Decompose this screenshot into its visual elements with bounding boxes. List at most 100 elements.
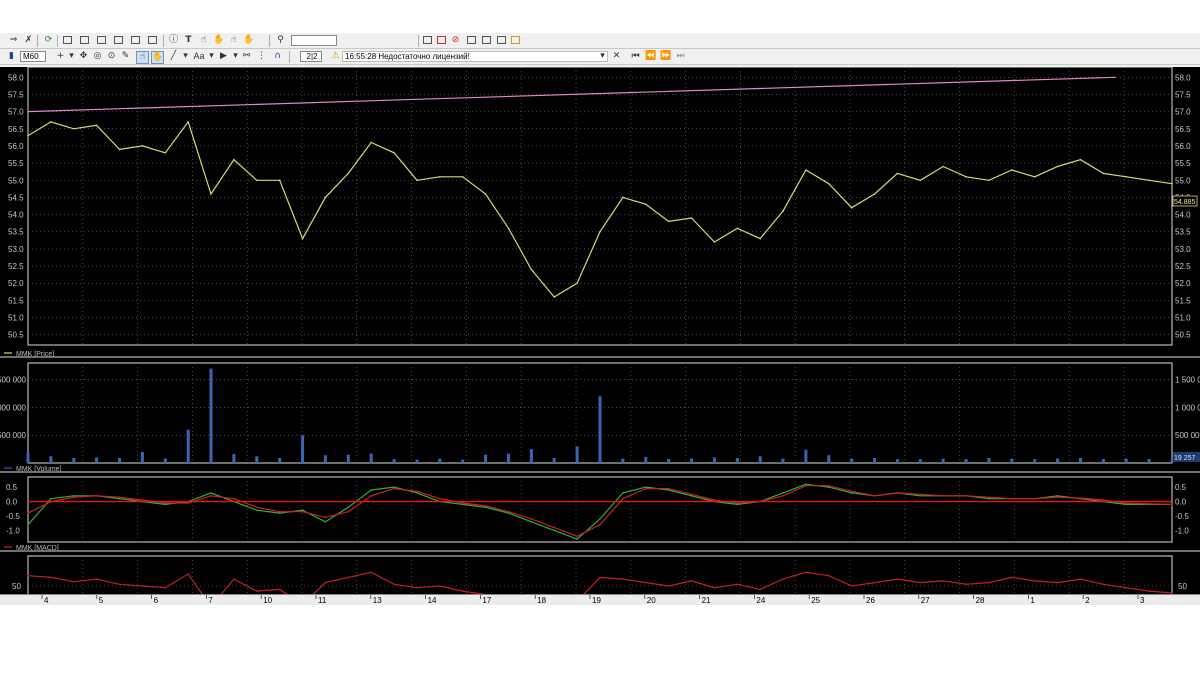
price-line-point — [439, 176, 441, 178]
macd-line-point — [805, 483, 807, 486]
quotes-icon[interactable] — [96, 35, 107, 46]
close-icon[interactable]: ✕ — [611, 51, 622, 62]
lines-icon[interactable]: ⋮ — [256, 51, 267, 62]
chart-area[interactable]: 58.0 58.0 57.5 57.5 57.0 57.0 56.5 56.5 56.0 56.0… — [0, 67, 1200, 604]
chart-canvas[interactable]: 58.0 58.0 57.5 57.5 57.0 57.0 56.5 56.5 56.0 56.0… — [0, 67, 1200, 604]
refresh-icon[interactable]: ⟳ — [43, 35, 54, 46]
rewind-icon[interactable]: ⏪ — [645, 51, 656, 62]
price-y-tick-left: 54.0 — [8, 211, 24, 220]
circle-icon[interactable]: ⊙ — [106, 51, 117, 62]
price-line-point — [233, 158, 235, 161]
signal-line-point — [393, 487, 395, 490]
portfolio-icon[interactable] — [147, 35, 158, 46]
volume-bar — [186, 429, 190, 463]
chevron-down-icon[interactable]: ▾ — [597, 51, 608, 62]
folder-icon[interactable] — [510, 35, 521, 46]
font-tool[interactable]: Aa — [192, 51, 206, 62]
price-line-point — [73, 128, 75, 130]
pan-tool-icon[interactable]: ✋ — [151, 51, 164, 64]
search-input[interactable] — [291, 35, 337, 46]
signal-line-point — [461, 502, 464, 504]
crosshair-icon[interactable]: + — [55, 51, 66, 62]
volume-bar — [758, 456, 762, 463]
chart-type-icon[interactable]: ▮ — [6, 51, 17, 62]
flag-icon[interactable]: ▶ — [218, 51, 229, 62]
volume-bar — [1147, 459, 1151, 463]
hand-zoom-icon[interactable]: ✋ — [243, 35, 254, 46]
macd-line-point — [736, 503, 739, 506]
volume-bar — [895, 459, 899, 463]
magnet-icon[interactable]: ∩ — [272, 51, 283, 62]
pencil-icon[interactable]: ✎ — [120, 51, 131, 62]
info-icon[interactable]: ⓘ — [168, 35, 179, 46]
price-line-point — [873, 193, 876, 195]
price-y-tick-right: 53.0 — [1175, 245, 1191, 254]
rsi-y-tick-left: 50 — [12, 582, 21, 591]
rsi-line-point — [782, 578, 784, 580]
price-y-tick-left: 57.5 — [8, 90, 24, 99]
x-axis-label: 25 — [811, 596, 820, 605]
hand-tool-icon[interactable]: ☝ — [136, 51, 149, 64]
hand-select-icon[interactable]: ☝ — [228, 35, 239, 46]
volume-bar — [1101, 459, 1105, 463]
macd-y-tick-right: 0.5 — [1175, 483, 1187, 492]
volume-bar — [209, 368, 213, 463]
macd-line-point — [27, 523, 29, 526]
volume-bar — [163, 458, 167, 463]
rsi-line-point — [187, 573, 189, 575]
volume-bar — [1033, 459, 1037, 463]
price-line-point — [324, 196, 327, 199]
signal-line-point — [416, 490, 418, 493]
volume-bar — [1056, 458, 1060, 463]
stop-order-icon[interactable] — [436, 35, 447, 46]
volume-bar — [95, 457, 99, 463]
status-time: 16:55:28 — [345, 52, 377, 61]
target-icon[interactable]: ◎ — [92, 51, 103, 62]
go-end-icon[interactable]: ⏭ — [675, 51, 686, 62]
rsi-line-point — [233, 578, 235, 580]
chevron-down-icon[interactable]: ▾ — [230, 51, 241, 62]
macd-y-tick-left: -0.5 — [6, 512, 20, 521]
interval-select[interactable]: M60 — [20, 51, 46, 62]
rsi-line-point — [919, 581, 922, 584]
line-tool-icon[interactable]: ╱ — [168, 51, 179, 62]
signal-line-point — [530, 518, 533, 520]
table-icon[interactable] — [79, 35, 90, 46]
volume-bar — [346, 454, 350, 463]
rsi-line-point — [805, 571, 807, 574]
volume-bar — [850, 458, 854, 463]
price-line-point — [347, 172, 350, 175]
trades-icon[interactable] — [130, 35, 141, 46]
chevron-down-icon[interactable]: ▾ — [206, 51, 217, 62]
rsi-line-point — [988, 581, 990, 584]
volume-y-tick-right: 500 000 — [1175, 431, 1200, 440]
orders-icon[interactable] — [113, 35, 124, 46]
chevron-down-icon[interactable]: ▾ — [180, 51, 191, 62]
export-icon[interactable] — [496, 35, 507, 46]
text-tool-icon[interactable]: T — [183, 35, 194, 46]
delete-order-icon[interactable]: ✗ — [23, 35, 34, 46]
go-start-icon[interactable]: ⏮ — [630, 51, 641, 62]
signal-line-point — [622, 497, 624, 500]
rsi-line-point — [1148, 590, 1150, 592]
window-icon[interactable] — [62, 35, 73, 46]
macd-line-point — [393, 486, 395, 488]
order-icon[interactable] — [422, 35, 433, 46]
volume-bar — [140, 451, 144, 463]
hand-move-icon[interactable]: ✋ — [213, 35, 224, 46]
signal-line-point — [95, 495, 98, 497]
signal-line-point — [553, 526, 555, 529]
forward-icon[interactable]: ⏩ — [660, 51, 671, 62]
toolbar-separator — [289, 51, 290, 63]
move-icon[interactable]: ✥ — [78, 51, 89, 62]
search-icon[interactable]: ⚲ — [275, 35, 286, 46]
signal-line-point — [1102, 499, 1105, 501]
chevron-down-icon[interactable]: ▾ — [66, 51, 77, 62]
cancel-icon[interactable]: ⊘ — [450, 35, 461, 46]
link-icon[interactable]: ⚯ — [241, 51, 252, 62]
deal-icon[interactable] — [466, 35, 477, 46]
print-icon[interactable] — [481, 35, 492, 46]
price-line-point — [50, 121, 52, 123]
arrow-right-icon[interactable]: ⇒ — [8, 35, 19, 46]
hand-icon[interactable]: ☝ — [198, 35, 209, 46]
